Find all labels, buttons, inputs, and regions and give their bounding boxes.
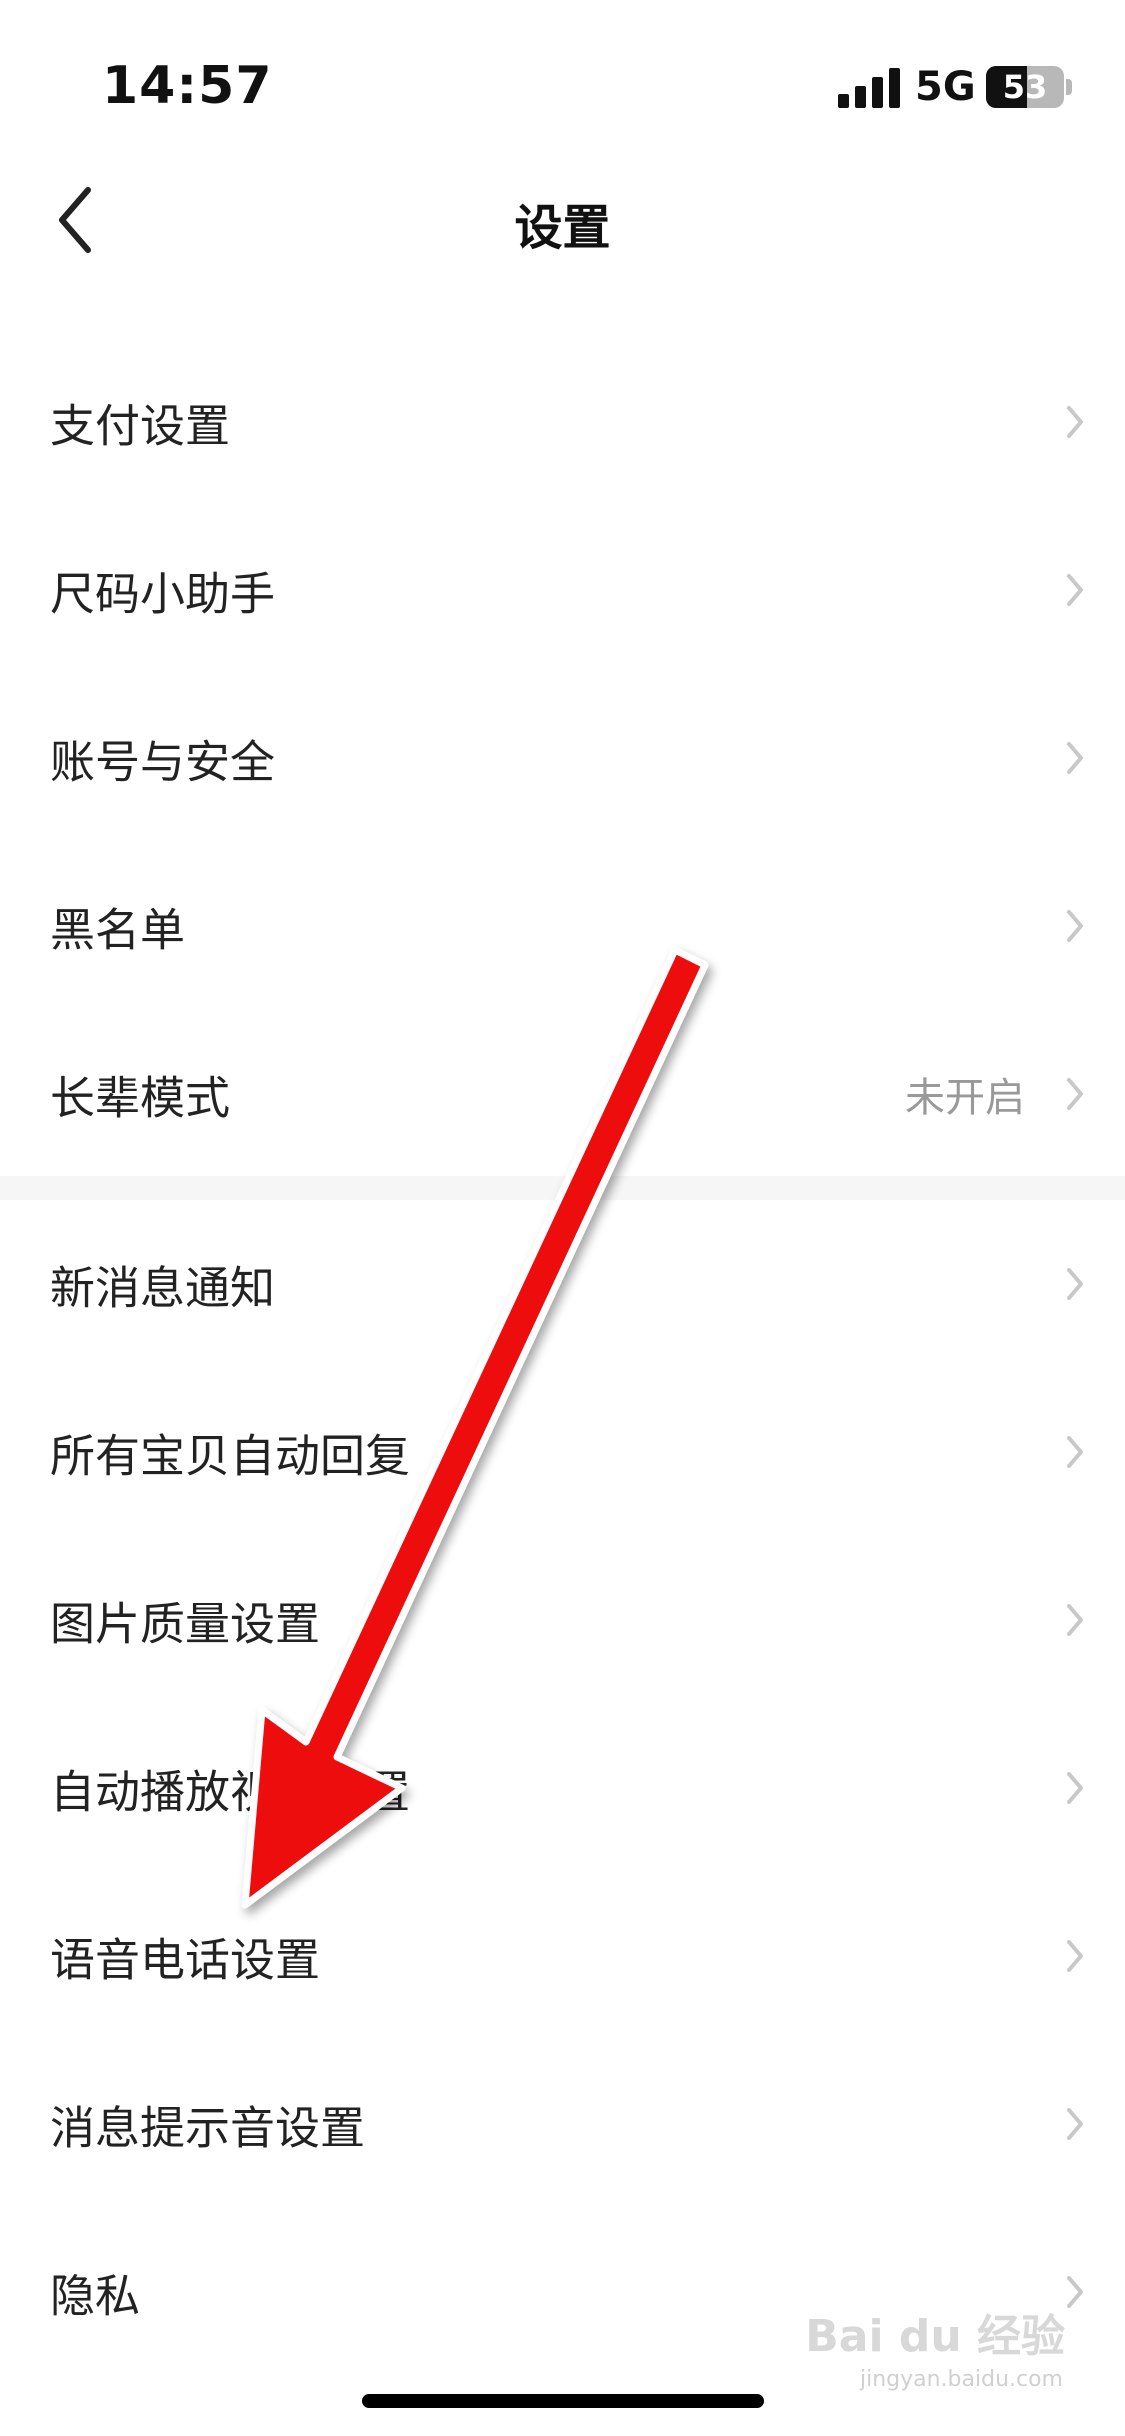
status-time: 14:57	[102, 56, 273, 116]
chevron-right-icon	[1067, 1436, 1083, 1468]
chevron-right-icon	[1067, 1268, 1083, 1300]
settings-section-1: 支付设置 尺码小助手 账号与安全 黑名单 长辈模式 未开启	[0, 338, 1125, 1178]
section-divider	[0, 1176, 1125, 1200]
chevron-right-icon	[1067, 1078, 1083, 1110]
settings-row-account-security[interactable]: 账号与安全	[0, 674, 1125, 842]
chevron-right-icon	[1067, 1604, 1083, 1636]
row-label: 支付设置	[50, 399, 231, 453]
chevron-right-icon	[1067, 574, 1083, 606]
settings-row-image-quality[interactable]: 图片质量设置	[0, 1536, 1125, 1704]
row-label: 语音电话设置	[50, 1933, 321, 1987]
home-indicator	[362, 2394, 764, 2408]
settings-row-size-assistant[interactable]: 尺码小助手	[0, 506, 1125, 674]
page-title: 设置	[514, 200, 611, 256]
row-label: 图片质量设置	[50, 1597, 321, 1651]
battery-level: 53	[1002, 68, 1048, 106]
chevron-right-icon	[1067, 406, 1083, 438]
chevron-right-icon	[1067, 1940, 1083, 1972]
settings-row-voice-call[interactable]: 语音电话设置	[0, 1872, 1125, 2040]
settings-row-payment[interactable]: 支付设置	[0, 338, 1125, 506]
row-label: 黑名单	[50, 903, 186, 957]
elder-mode-status: 未开启	[905, 1075, 1025, 1121]
network-type: 5G	[915, 64, 976, 110]
status-bar: 14:57 5G 53	[0, 0, 1125, 150]
row-label: 新消息通知	[50, 1261, 276, 1315]
settings-row-blacklist[interactable]: 黑名单	[0, 842, 1125, 1010]
settings-row-auto-reply[interactable]: 所有宝贝自动回复	[0, 1368, 1125, 1536]
battery-cap	[1066, 79, 1072, 95]
battery-icon: 53	[986, 66, 1064, 108]
row-label: 账号与安全	[50, 735, 276, 789]
settings-row-elder-mode[interactable]: 长辈模式 未开启	[0, 1010, 1125, 1178]
navigation-bar: 设置	[0, 160, 1125, 280]
signal-strength-icon	[838, 66, 900, 108]
settings-section-2: 新消息通知 所有宝贝自动回复 图片质量设置 自动播放视频设置 语音电话设置 消息…	[0, 1200, 1125, 2376]
chevron-right-icon	[1067, 2276, 1083, 2308]
watermark-url: jingyan.baidu.com	[859, 2367, 1063, 2392]
row-label: 长辈模式	[50, 1071, 231, 1125]
settings-row-autoplay-video[interactable]: 自动播放视频设置	[0, 1704, 1125, 1872]
watermark-logo: Bai du 经验	[805, 2311, 1065, 2362]
row-label: 尺码小助手	[50, 567, 276, 621]
row-label: 消息提示音设置	[50, 2101, 366, 2155]
chevron-right-icon	[1067, 2108, 1083, 2140]
row-label: 隐私	[50, 2269, 141, 2323]
chevron-right-icon	[1067, 910, 1083, 942]
row-label: 自动播放视频设置	[50, 1765, 411, 1819]
settings-row-message-sound[interactable]: 消息提示音设置	[0, 2040, 1125, 2208]
row-label: 所有宝贝自动回复	[50, 1429, 411, 1483]
chevron-right-icon	[1067, 742, 1083, 774]
chevron-right-icon	[1067, 1772, 1083, 1804]
settings-row-new-message-notification[interactable]: 新消息通知	[0, 1200, 1125, 1368]
